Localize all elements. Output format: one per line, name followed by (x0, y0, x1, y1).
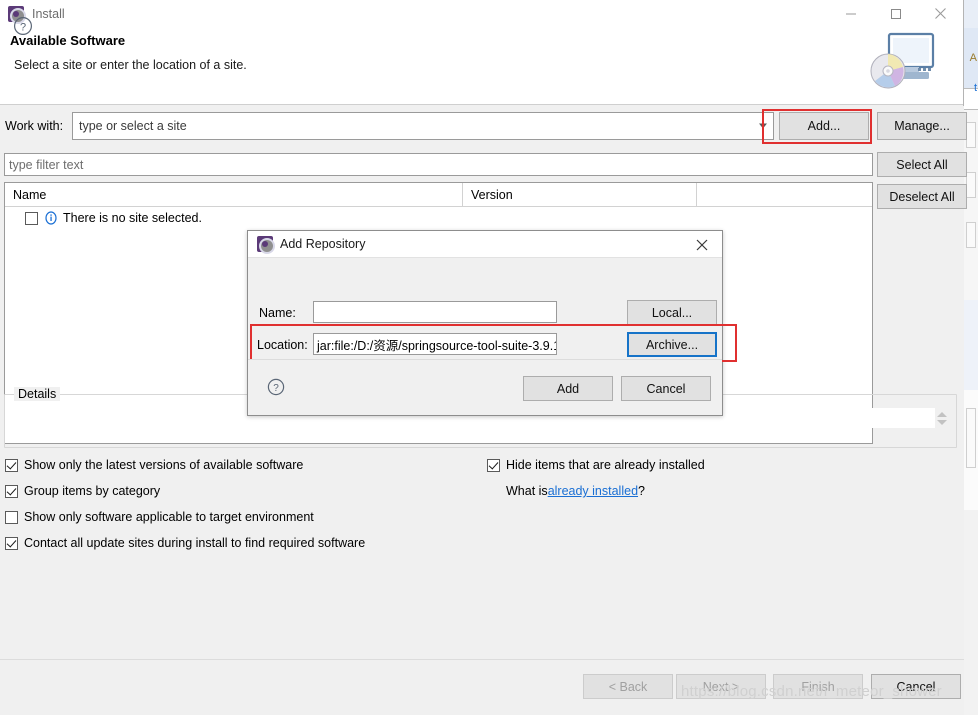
already-installed-link[interactable]: already installed (548, 484, 638, 498)
already-installed-note: What is already installed ? (506, 478, 927, 504)
work-with-combo[interactable]: type or select a site (72, 112, 774, 140)
bg-segment-view (964, 300, 978, 390)
close-icon[interactable] (682, 231, 722, 258)
modal-add-button[interactable]: Add (523, 376, 613, 401)
bg-glyph-a: A (969, 52, 977, 64)
work-with-label: Work with: (5, 119, 64, 133)
background-ide-strip: A t (964, 0, 978, 715)
bg-segment-toolbar (964, 0, 978, 28)
back-button[interactable]: < Back (583, 674, 673, 699)
checkbox-show-latest-versions[interactable] (5, 458, 18, 472)
wizard-header: Available Software Select a site or ente… (0, 27, 963, 105)
checkbox-hide-installed[interactable] (487, 458, 500, 472)
column-header-version[interactable]: Version (463, 183, 697, 207)
watermark: https://blog.csdn.net/i_meteor_shower (681, 683, 942, 700)
bg-box-4 (966, 408, 976, 468)
option-label: Hide items that are already installed (506, 458, 705, 472)
add-repository-dialog: Add Repository Name: Local... Location: … (247, 230, 737, 416)
option-hide-installed[interactable]: Hide items that are already installed (487, 452, 927, 478)
maximize-icon[interactable] (873, 0, 918, 27)
install-wizard-screen: A t Install Available Software Select a … (0, 0, 978, 715)
option-contact-update-sites[interactable]: Contact all update sites during install … (5, 530, 475, 556)
name-field[interactable] (313, 301, 557, 323)
modal-cancel-button[interactable]: Cancel (621, 376, 711, 401)
note-suffix: ? (638, 484, 645, 498)
checkbox-applicable-target-env[interactable] (5, 510, 18, 524)
manage-sites-button[interactable]: Manage... (877, 112, 967, 140)
details-legend: Details (14, 387, 61, 401)
filter-placeholder: type filter text (9, 157, 84, 172)
option-group-by-category[interactable]: Group items by category (5, 478, 475, 504)
close-icon[interactable] (918, 0, 963, 27)
option-label: Contact all update sites during install … (24, 536, 366, 550)
window-titlebar: Install (0, 0, 963, 27)
column-header-blank (697, 183, 872, 207)
help-icon[interactable]: ? (267, 378, 285, 396)
option-label: Show only the latest versions of availab… (24, 458, 304, 472)
svg-text:?: ? (273, 383, 279, 394)
help-icon[interactable]: ? (13, 16, 33, 36)
eclipse-install-icon (257, 236, 275, 254)
bg-box-3 (966, 222, 976, 248)
monitor-cd-icon (865, 31, 945, 93)
option-label: Show only software applicable to target … (24, 510, 314, 524)
modal-footer: ? Add Cancel (248, 359, 722, 415)
local-button[interactable]: Local... (627, 300, 717, 325)
page-subtitle: Select a site or enter the location of a… (14, 58, 247, 72)
location-label: Location: (257, 338, 308, 352)
bg-segment-status (964, 510, 978, 715)
bg-box-2 (966, 172, 976, 198)
options-right-column: Hide items that are already installed Wh… (487, 452, 927, 504)
work-with-placeholder: type or select a site (79, 119, 187, 133)
option-label: Group items by category (24, 484, 161, 498)
note-prefix: What is (506, 484, 548, 498)
column-header-name[interactable]: Name (5, 183, 463, 207)
svg-text:?: ? (20, 21, 26, 33)
chevron-down-icon[interactable] (759, 123, 767, 129)
checkbox-group-by-category[interactable] (5, 484, 18, 498)
option-applicable-target-env[interactable]: Show only software applicable to target … (5, 504, 475, 530)
select-all-button[interactable]: Select All (877, 152, 967, 177)
window-controls (828, 0, 963, 27)
page-title: Available Software (10, 33, 126, 48)
modal-title: Add Repository (280, 237, 366, 251)
archive-button[interactable]: Archive... (627, 332, 717, 357)
spin-up-icon[interactable] (937, 411, 947, 417)
details-spinner[interactable] (935, 404, 949, 432)
option-show-latest-versions[interactable]: Show only the latest versions of availab… (5, 452, 475, 478)
row-label-name: There is no site selected. (63, 211, 202, 225)
bg-box-1 (966, 122, 976, 148)
bg-glyph-t: t (973, 82, 977, 94)
name-label: Name: (259, 306, 296, 320)
window-title: Install (32, 6, 65, 21)
add-site-button[interactable]: Add... (779, 112, 869, 140)
row-checkbox[interactable] (25, 211, 38, 225)
table-row[interactable]: There is no site selected. (5, 207, 872, 229)
location-field-value: jar:file:/D:/资源/springsource-tool-suite-… (317, 338, 557, 353)
work-with-row: Work with: type or select a site Add... … (0, 109, 967, 144)
deselect-all-button[interactable]: Deselect All (877, 184, 967, 209)
checkbox-contact-update-sites[interactable] (5, 536, 18, 550)
location-field[interactable]: jar:file:/D:/资源/springsource-tool-suite-… (313, 333, 557, 355)
minimize-icon[interactable] (828, 0, 873, 27)
spin-down-icon[interactable] (937, 419, 947, 425)
table-header-row: Name Version (5, 183, 872, 207)
modal-titlebar: Add Repository (248, 231, 722, 258)
info-icon (44, 211, 58, 225)
filter-input[interactable]: type filter text (4, 153, 873, 176)
options-left-column: Show only the latest versions of availab… (5, 452, 475, 556)
